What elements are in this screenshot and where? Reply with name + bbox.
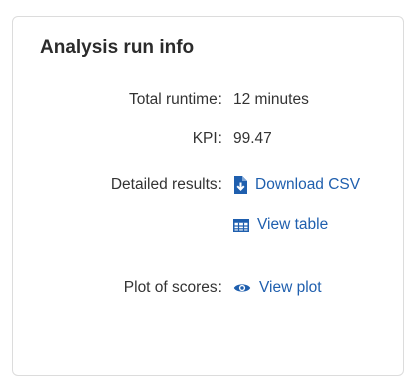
runtime-value: 12 minutes [233,91,309,108]
detailed-results-row: Detailed results: Download CSV [13,173,405,197]
plot-label: Plot of scores: [123,279,222,296]
runtime-label: Total runtime: [128,91,222,108]
detailed-results-label: Detailed results: [110,176,222,193]
kpi-row: KPI: 99.47 [13,127,405,151]
analysis-run-info-card: Analysis run info Total runtime: 12 minu… [12,16,404,376]
download-csv-label: Download CSV [255,176,361,193]
view-table-row: View table [13,213,405,237]
kpi-value: 99.47 [233,130,272,147]
table-icon [233,218,249,232]
card-title: Analysis run info [40,37,195,58]
file-download-icon [233,176,247,194]
kpi-label: KPI: [192,130,222,147]
view-table-label: View table [257,216,329,233]
eye-icon [233,282,251,294]
download-csv-link[interactable]: Download CSV [233,173,360,197]
view-table-link[interactable]: View table [233,213,328,237]
runtime-row: Total runtime: 12 minutes [13,88,405,112]
view-plot-label: View plot [259,279,322,296]
plot-row: Plot of scores: View plot [13,276,405,300]
view-plot-link[interactable]: View plot [233,276,322,300]
